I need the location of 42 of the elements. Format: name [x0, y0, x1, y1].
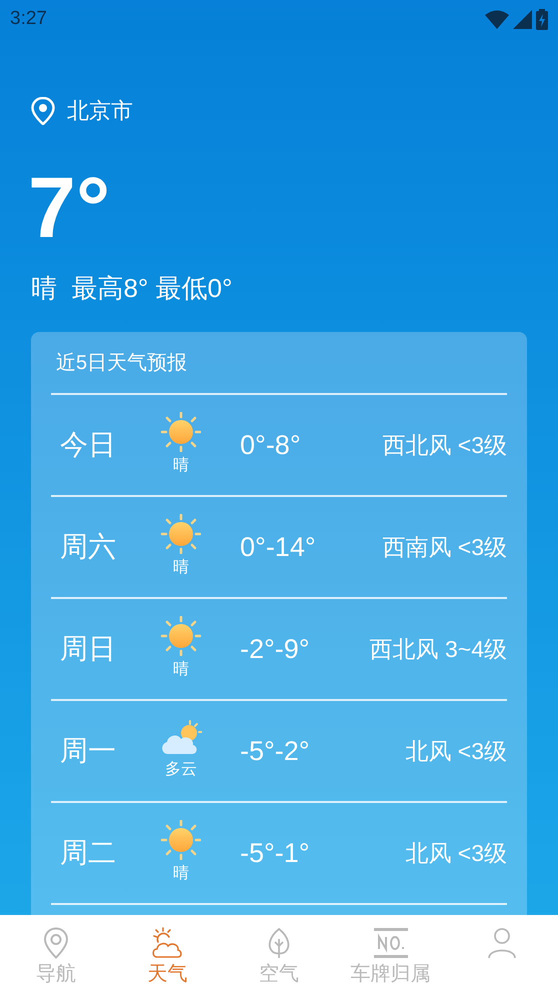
- condition-label: 多云: [165, 760, 197, 780]
- wind-info: 西北风 <3级: [382, 430, 507, 460]
- wind-info: 西北风 3~4级: [370, 634, 507, 664]
- location-pin-icon: [31, 96, 55, 124]
- nav-tab[interactable]: 天气: [112, 915, 224, 992]
- wind-info: 北风 <3级: [405, 736, 507, 766]
- wifi-icon: [485, 10, 509, 28]
- city-name: 北京市: [67, 97, 133, 125]
- condition-label: 晴: [173, 864, 189, 884]
- current-temperature: 7°: [27, 165, 112, 251]
- cloud-sun-icon: [160, 720, 202, 756]
- location-pin-icon: [42, 927, 69, 959]
- temperature-range: -5°-1°: [240, 836, 310, 870]
- weather-icon: [151, 927, 184, 959]
- day-label: 周一: [59, 734, 117, 768]
- day-label: 周二: [59, 836, 117, 870]
- sun-icon: [161, 820, 201, 860]
- status-time: 3:27: [10, 6, 47, 31]
- nav-tab[interactable]: 导航: [0, 915, 112, 992]
- condition-label: 晴: [173, 660, 189, 680]
- sun-icon: [161, 514, 201, 554]
- nav-tab[interactable]: 空气: [223, 915, 335, 992]
- wind-info: 北风 <3级: [405, 838, 507, 868]
- sun-icon: [161, 616, 201, 656]
- day-label: 周日: [59, 632, 117, 666]
- temperature-range: 0°-8°: [240, 428, 301, 462]
- person-icon: [487, 927, 518, 959]
- nav-tab[interactable]: 车牌归属: [334, 915, 446, 992]
- weather-summary: 晴 最高8° 最低0°: [30, 272, 234, 305]
- condition-label: 晴: [173, 558, 189, 578]
- temperature-range: -2°-9°: [240, 632, 310, 666]
- plate-number-icon: [372, 927, 409, 959]
- wind-info: 西南风 <3级: [382, 532, 507, 562]
- battery-icon: [536, 8, 548, 30]
- condition-label: 晴: [173, 456, 189, 476]
- signal-icon: [513, 10, 532, 28]
- day-label: 今日: [59, 428, 117, 462]
- day-label: 周六: [59, 530, 117, 564]
- sun-icon: [161, 412, 201, 452]
- forecast-title: 近5日天气预报: [51, 332, 507, 395]
- temperature-range: -5°-2°: [240, 734, 310, 768]
- temperature-range: 0°-14°: [240, 530, 316, 564]
